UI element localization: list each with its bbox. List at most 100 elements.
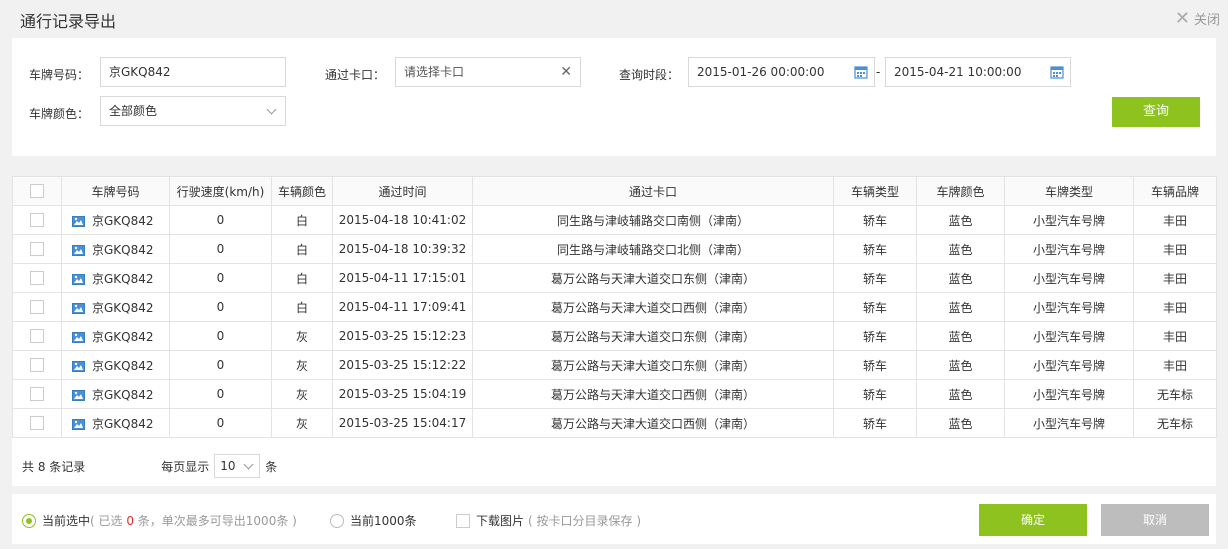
cell-time: 2015-04-18 10:41:02 [332, 205, 473, 235]
cell-color: 白 [271, 234, 333, 264]
table-row[interactable]: 京GKQ842 0 白 2015-04-11 17:15:01 葛万公路与天津大道交口东… [12, 263, 1217, 293]
table-row[interactable]: 京GKQ842 0 白 2015-04-18 10:41:02 同生路与津岐辅路交口南侧… [12, 205, 1217, 235]
table-row[interactable]: 京GKQ842 0 白 2015-04-11 17:09:41 葛万公路与天津大道交口西… [12, 292, 1217, 322]
row-checkbox[interactable] [30, 329, 44, 344]
row-checkbox[interactable] [30, 416, 44, 431]
row-checkbox[interactable] [30, 271, 44, 286]
cell-time: 2015-04-11 17:15:01 [332, 263, 473, 293]
per-page-select[interactable]: 10 [214, 454, 261, 478]
option-current-selected[interactable]: 当前选中 ( 已选 0 条，单次最多可导出1000条 ) [22, 512, 297, 529]
col-header: 车牌颜色 [916, 176, 1005, 206]
start-time-input[interactable]: 2015-01-26 00:00:00 [688, 57, 875, 87]
option-current-1000[interactable]: 当前1000条 [330, 512, 417, 529]
cell-color: 白 [271, 263, 333, 293]
option-label: 当前1000条 [350, 514, 417, 528]
cell-pcolor: 蓝色 [916, 350, 1005, 380]
image-icon[interactable] [72, 244, 85, 256]
row-checkbox[interactable] [30, 358, 44, 373]
col-header: 通过卡口 [472, 176, 834, 206]
plate-input[interactable]: 京GKQ842 [100, 57, 286, 87]
cell-ptype: 小型汽车号牌 [1004, 205, 1134, 235]
table-row[interactable]: 京GKQ842 0 灰 2015-03-25 15:12:23 葛万公路与天津大道交口东… [12, 321, 1217, 351]
cell-speed: 0 [169, 263, 272, 293]
cell-vtype: 轿车 [833, 321, 917, 351]
image-icon[interactable] [72, 360, 85, 372]
plate-number: 京GKQ842 [92, 416, 154, 431]
cancel-button[interactable]: 取消 [1101, 504, 1209, 536]
col-header: 车辆颜色 [271, 176, 333, 206]
image-icon[interactable] [72, 302, 85, 314]
radio-current-1000[interactable] [330, 513, 344, 528]
option-label: 当前选中 [42, 514, 91, 528]
cell-ptype: 小型汽车号牌 [1004, 292, 1134, 322]
cell-brand: 丰田 [1133, 350, 1217, 380]
start-time-value: 2015-01-26 00:00:00 [697, 65, 825, 79]
cell-vtype: 轿车 [833, 234, 917, 264]
table-row[interactable]: 京GKQ842 0 灰 2015-03-25 15:04:17 葛万公路与天津大道交口西… [12, 408, 1217, 438]
row-checkbox[interactable] [30, 213, 44, 228]
plate-number: 京GKQ842 [92, 387, 154, 402]
hint-suffix: 条，单次最多可导出1000条 ) [133, 514, 297, 528]
plate-number: 京GKQ842 [92, 213, 154, 228]
image-icon[interactable] [72, 418, 85, 430]
cell-checkpoint: 葛万公路与天津大道交口东侧（津南） [472, 263, 834, 293]
period-label: 查询时段： [619, 68, 680, 82]
confirm-button[interactable]: 确定 [979, 504, 1087, 536]
cell-time: 2015-03-25 15:12:23 [332, 321, 473, 351]
end-time-input[interactable]: 2015-04-21 10:00:00 [885, 57, 1071, 87]
cell-plate: 京GKQ842 [61, 350, 170, 380]
cell-checkpoint: 葛万公路与天津大道交口西侧（津南） [472, 292, 834, 322]
row-checkbox[interactable] [30, 242, 44, 257]
checkpoint-label: 通过卡口： [325, 68, 386, 82]
image-icon[interactable] [72, 389, 85, 401]
row-select-cell [12, 205, 62, 235]
cell-pcolor: 蓝色 [916, 292, 1005, 322]
cell-checkpoint: 同生路与津岐辅路交口北侧（津南） [472, 234, 834, 264]
cell-time: 2015-03-25 15:04:19 [332, 379, 473, 409]
close-button[interactable]: ✕ 关闭 [1175, 9, 1220, 28]
plate-number: 京GKQ842 [92, 358, 154, 373]
cell-color: 白 [271, 292, 333, 322]
checkpoint-select[interactable]: 请选择卡口 ✕ [395, 57, 581, 87]
query-button[interactable]: 查询 [1112, 97, 1200, 127]
image-icon[interactable] [72, 273, 85, 285]
table-header-row: 车牌号码 行驶速度(km/h) 车辆颜色 通过时间 通过卡口 车辆类型 车牌颜色… [12, 176, 1217, 206]
cell-time: 2015-03-25 15:12:22 [332, 350, 473, 380]
cell-color: 灰 [271, 379, 333, 409]
cell-color: 白 [271, 205, 333, 235]
table-row[interactable]: 京GKQ842 0 灰 2015-03-25 15:04:19 葛万公路与天津大道交口西… [12, 379, 1217, 409]
dialog-title: 通行记录导出 [20, 12, 117, 31]
calendar-icon[interactable] [854, 65, 868, 79]
selected-count: 0 [126, 514, 134, 528]
cell-checkpoint: 葛万公路与天津大道交口西侧（津南） [472, 379, 834, 409]
export-options-panel: 当前选中 ( 已选 0 条，单次最多可导出1000条 ) 当前1000条 下载图… [12, 494, 1216, 544]
cell-brand: 丰田 [1133, 234, 1217, 264]
row-checkbox[interactable] [30, 387, 44, 402]
dialog-titlebar: 通行记录导出 ✕ 关闭 [0, 0, 1228, 36]
table-row[interactable]: 京GKQ842 0 白 2015-04-18 10:39:32 同生路与津岐辅路交口北侧… [12, 234, 1217, 264]
plate-color-label: 车牌颜色： [29, 107, 90, 121]
col-header: 车辆类型 [833, 176, 917, 206]
image-icon[interactable] [72, 215, 85, 227]
calendar-icon[interactable] [1050, 65, 1064, 79]
select-all-checkbox[interactable] [30, 184, 44, 199]
cell-plate: 京GKQ842 [61, 292, 170, 322]
image-icon[interactable] [72, 331, 85, 343]
clear-icon[interactable]: ✕ [560, 58, 572, 86]
col-header: 通过时间 [332, 176, 473, 206]
row-checkbox[interactable] [30, 300, 44, 315]
col-header: 行驶速度(km/h) [169, 176, 272, 206]
plate-color-select[interactable]: 全部颜色 [100, 96, 286, 126]
cell-plate: 京GKQ842 [61, 263, 170, 293]
cell-color: 灰 [271, 408, 333, 438]
option-download-images[interactable]: 下载图片 ( 按卡口分目录保存 ) [456, 512, 641, 529]
cell-vtype: 轿车 [833, 379, 917, 409]
cell-brand: 无车标 [1133, 379, 1217, 409]
radio-current-selected[interactable] [22, 513, 36, 528]
cell-checkpoint: 葛万公路与天津大道交口东侧（津南） [472, 350, 834, 380]
cell-plate: 京GKQ842 [61, 379, 170, 409]
download-images-checkbox[interactable] [456, 513, 470, 528]
table-row[interactable]: 京GKQ842 0 灰 2015-03-25 15:12:22 葛万公路与天津大道交口东… [12, 350, 1217, 380]
chevron-down-icon [266, 104, 277, 115]
cell-pcolor: 蓝色 [916, 408, 1005, 438]
